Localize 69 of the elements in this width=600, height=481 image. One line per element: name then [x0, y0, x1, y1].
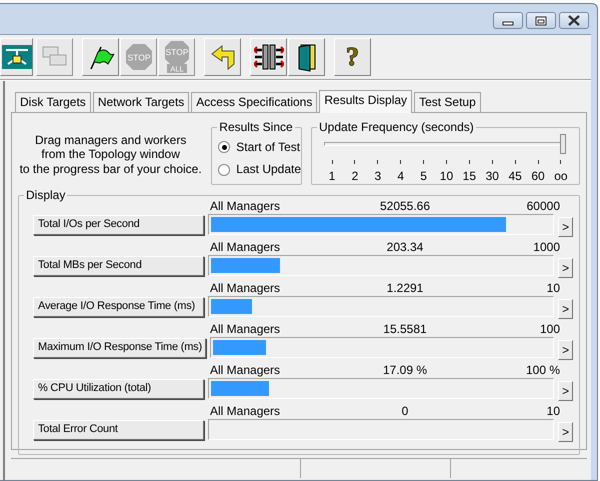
- value-label: 1.2291: [386, 281, 424, 295]
- help-button[interactable]: ?: [334, 38, 371, 76]
- start-button[interactable]: [82, 38, 119, 76]
- close-icon: [567, 15, 581, 26]
- question-mark-icon: ?: [346, 44, 359, 70]
- value-label: 203.34: [386, 240, 424, 254]
- radio-button[interactable]: [218, 164, 230, 176]
- value-label: 52055.66: [380, 199, 430, 213]
- group-title: Results Since: [217, 120, 295, 134]
- tick-label: oo: [554, 169, 568, 184]
- manager-label: All Managers: [210, 281, 280, 295]
- max-label: 100: [540, 322, 560, 336]
- metric-button[interactable]: Average I/O Response Time (ms): [33, 296, 204, 316]
- manager-label: All Managers: [210, 240, 280, 254]
- tick-label: 2: [352, 169, 358, 184]
- more-button[interactable]: >: [558, 422, 573, 442]
- more-button[interactable]: >: [558, 340, 573, 360]
- arrows-icon: [254, 42, 284, 72]
- metric-button[interactable]: Total Error Count: [33, 420, 204, 440]
- max-label: 10: [546, 281, 560, 295]
- maximize-button[interactable]: [526, 12, 556, 29]
- tab[interactable]: Disk Targets: [15, 92, 91, 112]
- slider-thumb[interactable]: [560, 134, 566, 154]
- minimize-button[interactable]: [493, 12, 523, 29]
- radio-label[interactable]: Start of Test: [236, 140, 300, 154]
- metric-button[interactable]: Total MBs per Second: [33, 256, 204, 276]
- max-label: 1000: [533, 240, 560, 254]
- group-title: Update Frequency (seconds): [317, 120, 476, 134]
- metric-button[interactable]: Maximum I/O Response Time (ms): [33, 338, 206, 358]
- manager-label: All Managers: [210, 363, 280, 377]
- tick-label: 10: [440, 169, 454, 184]
- tick-label: 60: [531, 169, 545, 184]
- restore-icon: [535, 16, 547, 26]
- reset-button[interactable]: [204, 38, 241, 76]
- metric-button[interactable]: Total I/Os per Second: [33, 214, 204, 234]
- value-label: 17.09 %: [382, 363, 428, 377]
- tick-label: 1: [328, 169, 336, 184]
- more-button[interactable]: >: [558, 217, 573, 237]
- instruction-text: Drag managers and workers from the Topology window to the progress bar of your choice.: [18, 132, 203, 178]
- topology-button[interactable]: [0, 38, 33, 76]
- tick-label: 30: [486, 169, 499, 184]
- network-icon: [2, 42, 32, 72]
- metric-button[interactable]: % CPU Utilization (total): [33, 378, 204, 398]
- manager-label: All Managers: [210, 199, 280, 213]
- tick-label: 45: [508, 169, 522, 184]
- more-button[interactable]: >: [558, 299, 573, 319]
- radio-button[interactable]: [218, 141, 230, 154]
- tick-label: 15: [462, 169, 476, 184]
- manager-label: All Managers: [210, 404, 280, 418]
- value-label: 0: [402, 404, 408, 418]
- more-button[interactable]: >: [558, 381, 573, 401]
- close-button[interactable]: [559, 12, 589, 29]
- manager-label: All Managers: [210, 322, 280, 336]
- tab[interactable]: Network Targets: [92, 92, 190, 112]
- group-title: Display: [24, 188, 68, 202]
- exit-button[interactable]: [288, 38, 325, 76]
- instance-button[interactable]: [250, 38, 287, 76]
- max-label: 10: [546, 404, 560, 418]
- tab[interactable]: Results Display: [319, 90, 412, 113]
- radio-label[interactable]: Last Update: [236, 162, 302, 177]
- tab[interactable]: Test Setup: [414, 92, 481, 112]
- tick-label: 5: [420, 169, 427, 184]
- value-label: 15.5581: [383, 322, 427, 336]
- tick-label: 3: [374, 169, 382, 184]
- max-label: 100 %: [526, 363, 560, 377]
- tick-label: 4: [397, 169, 404, 184]
- more-button[interactable]: >: [558, 258, 573, 278]
- tab[interactable]: Access Specifications: [191, 92, 318, 112]
- max-label: 60000: [526, 199, 560, 213]
